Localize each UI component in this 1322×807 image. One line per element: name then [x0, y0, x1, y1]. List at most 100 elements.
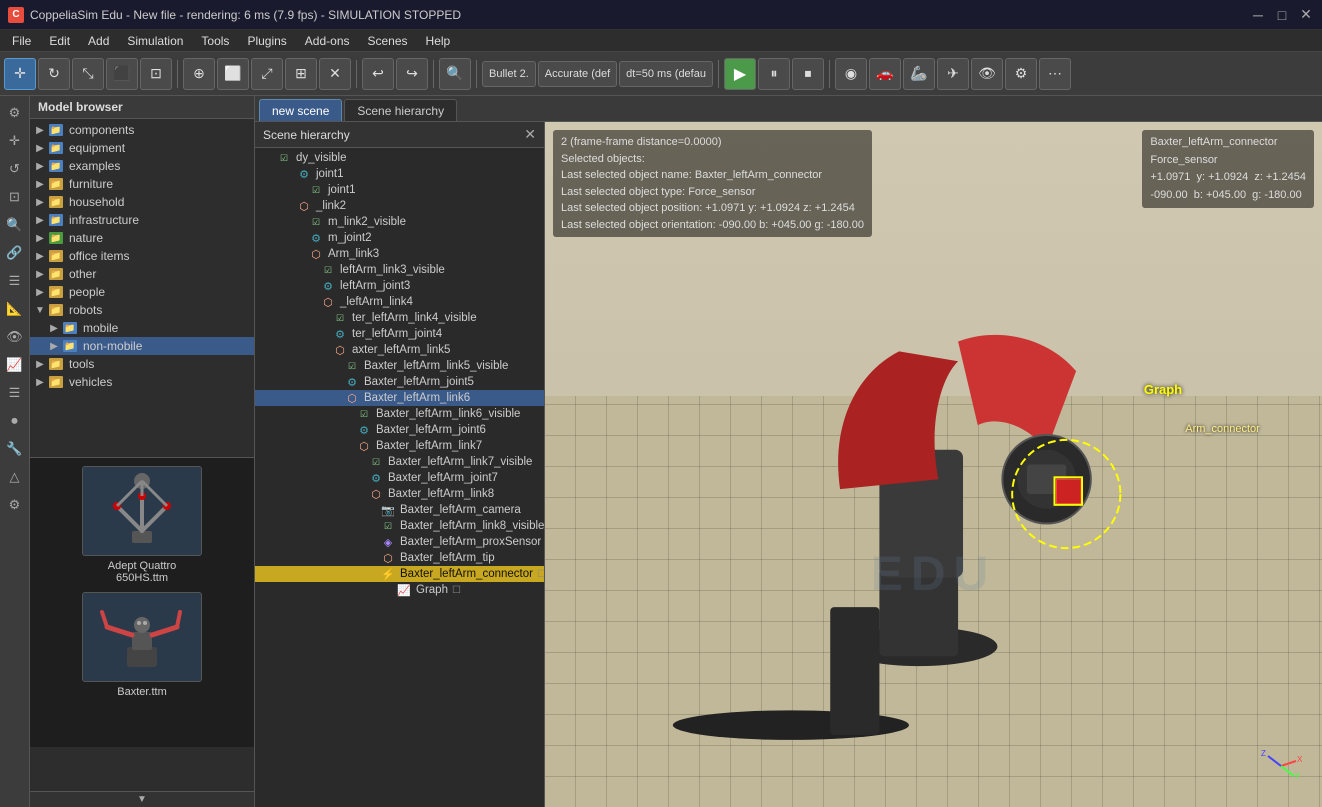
sidebar-search-icon[interactable]: 🔍	[2, 212, 28, 238]
menu-scenes[interactable]: Scenes	[360, 32, 416, 50]
move2-button[interactable]: ⤢	[251, 58, 283, 90]
hierarchy-item[interactable]: ⬡Baxter_leftArm_link8	[255, 486, 544, 502]
sidebar-scale-icon[interactable]: ⊡	[2, 184, 28, 210]
menu-tools[interactable]: Tools	[193, 32, 237, 50]
hierarchy-item[interactable]: ☑Baxter_leftArm_link5_visible	[255, 358, 544, 374]
play-button[interactable]: ▶	[724, 58, 756, 90]
hierarchy-item[interactable]: 📷Baxter_leftArm_camera	[255, 502, 544, 518]
hierarchy-item[interactable]: ⚙Baxter_leftArm_joint7	[255, 470, 544, 486]
sidebar-rotate-icon[interactable]: ↺	[2, 156, 28, 182]
rotate-button[interactable]: ↻	[38, 58, 70, 90]
select-button[interactable]: ⬜	[217, 58, 249, 90]
hierarchy-item[interactable]: ⬡Baxter_leftArm_link7	[255, 438, 544, 454]
tree-item-office-items[interactable]: ▶📁office items	[30, 247, 254, 265]
sidebar-move-icon[interactable]: ✛	[2, 128, 28, 154]
tree-item-robots[interactable]: ▼📁robots	[30, 301, 254, 319]
sidebar-graph2-icon[interactable]: 📈	[2, 352, 28, 378]
hierarchy-item[interactable]: ⚙m_joint2	[255, 230, 544, 246]
tree-item-household[interactable]: ▶📁household	[30, 193, 254, 211]
tree-item-people[interactable]: ▶📁people	[30, 283, 254, 301]
sidebar-view-icon[interactable]: 👁	[2, 324, 28, 350]
tree-expand-icon[interactable]: ▶	[34, 160, 46, 172]
redo-button[interactable]: ↪	[396, 58, 428, 90]
car-button[interactable]: 🚗	[869, 58, 901, 90]
sidebar-snap-icon[interactable]: 🔗	[2, 240, 28, 266]
close-button[interactable]: ✕	[1298, 7, 1314, 23]
tree-item-equipment[interactable]: ▶📁equipment	[30, 139, 254, 157]
hierarchy-item[interactable]: ⚙Baxter_leftArm_joint6	[255, 422, 544, 438]
hierarchy-item[interactable]: ⬡Baxter_leftArm_link6	[255, 390, 544, 406]
sidebar-layers-icon[interactable]: ☰	[2, 268, 28, 294]
sidebar-list-icon[interactable]: ☰	[2, 380, 28, 406]
hierarchy-item[interactable]: ⬡Baxter_leftArm_tip	[255, 550, 544, 566]
arm-button[interactable]: 🦾	[903, 58, 935, 90]
tree-expand-icon[interactable]: ▶	[48, 340, 60, 352]
tree-item-nature[interactable]: ▶📁nature	[30, 229, 254, 247]
hierarchy-item[interactable]: ⬡_leftArm_link4	[255, 294, 544, 310]
tree-item-other[interactable]: ▶📁other	[30, 265, 254, 283]
tree-expand-icon[interactable]: ▶	[34, 142, 46, 154]
drone-button[interactable]: ✈	[937, 58, 969, 90]
tree-expand-icon[interactable]: ▶	[48, 322, 60, 334]
tree-item-mobile[interactable]: ▶📁mobile	[30, 319, 254, 337]
sidebar-wrench-icon[interactable]: 🔧	[2, 436, 28, 462]
delete-button[interactable]: ✕	[319, 58, 351, 90]
scene-hierarchy-close[interactable]: ✕	[524, 126, 536, 143]
tree-expand-icon[interactable]: ▶	[34, 268, 46, 280]
tree-expand-icon[interactable]: ▼	[34, 304, 46, 316]
hierarchy-item[interactable]: ⚡Baxter_leftArm_connector☐	[255, 566, 544, 582]
tree-item-vehicles[interactable]: ▶📁vehicles	[30, 373, 254, 391]
tree-item-furniture[interactable]: ▶📁furniture	[30, 175, 254, 193]
menu-edit[interactable]: Edit	[41, 32, 78, 50]
hierarchy-item[interactable]: ☑dy_visible	[255, 150, 544, 166]
scale-button[interactable]: ⤡	[72, 58, 104, 90]
undo-button[interactable]: ↩	[362, 58, 394, 90]
3d-viewport[interactable]: 2 (frame-frame distance=0.0000) Selected…	[545, 122, 1322, 807]
hierarchy-item[interactable]: ⬡Arm_link3	[255, 246, 544, 262]
duplicate-button[interactable]: ⊞	[285, 58, 317, 90]
hierarchy-item[interactable]: ⚙Baxter_leftArm_joint5	[255, 374, 544, 390]
pause-button[interactable]: ⏸	[758, 58, 790, 90]
sidebar-triangle-icon[interactable]: △	[2, 464, 28, 490]
tree-item-infrastructure[interactable]: ▶📁infrastructure	[30, 211, 254, 229]
tree-expand-icon[interactable]: ▶	[34, 232, 46, 244]
tree-expand-icon[interactable]: ▶	[34, 376, 46, 388]
accuracy-dropdown[interactable]: Accurate (def	[538, 61, 617, 87]
menu-plugins[interactable]: Plugins	[239, 32, 294, 50]
tab-scene-hierarchy[interactable]: Scene hierarchy	[344, 99, 457, 121]
tree-expand-icon[interactable]: ▶	[34, 214, 46, 226]
window-controls[interactable]: ─ □ ✕	[1250, 7, 1314, 23]
maximize-button[interactable]: □	[1274, 7, 1290, 23]
tree-expand-icon[interactable]: ▶	[34, 358, 46, 370]
preview-item-adept[interactable]: Adept Quattro650HS.ttm	[82, 466, 202, 584]
preview-item-baxter[interactable]: Baxter.ttm	[82, 592, 202, 698]
camera-button[interactable]: ⬛	[106, 58, 138, 90]
hierarchy-item[interactable]: ⚙ter_leftArm_joint4	[255, 326, 544, 342]
timestep-dropdown[interactable]: dt=50 ms (defau	[619, 61, 713, 87]
fit-button[interactable]: ⊡	[140, 58, 172, 90]
sidebar-physics-icon[interactable]: ⚙	[2, 492, 28, 518]
tree-item-tools[interactable]: ▶📁tools	[30, 355, 254, 373]
hierarchy-item[interactable]: ☑Baxter_leftArm_link8_visible	[255, 518, 544, 534]
tree-expand-icon[interactable]: ▶	[34, 286, 46, 298]
menu-help[interactable]: Help	[418, 32, 459, 50]
search-button[interactable]: 🔍	[439, 58, 471, 90]
minimize-button[interactable]: ─	[1250, 7, 1266, 23]
tree-expand-icon[interactable]: ▶	[34, 250, 46, 262]
menu-simulation[interactable]: Simulation	[119, 32, 191, 50]
hierarchy-item[interactable]: 📈Graph☐	[255, 582, 544, 598]
menu-add[interactable]: Add	[80, 32, 117, 50]
hierarchy-tree[interactable]: ☑dy_visible⚙joint1☑joint1⬡_link2☑m_link2…	[255, 148, 544, 807]
sidebar-settings-icon[interactable]: ⚙	[2, 100, 28, 126]
hierarchy-item[interactable]: ⬡_link2	[255, 198, 544, 214]
hierarchy-item[interactable]: ⚙joint1	[255, 166, 544, 182]
eye-button[interactable]: 👁	[971, 58, 1003, 90]
more-button[interactable]: ⋯	[1039, 58, 1071, 90]
view360-button[interactable]: ◉	[835, 58, 867, 90]
hierarchy-item[interactable]: ☑leftArm_link3_visible	[255, 262, 544, 278]
settings-button[interactable]: ⚙	[1005, 58, 1037, 90]
pointer-button[interactable]: ⊕	[183, 58, 215, 90]
tree-item-components[interactable]: ▶📁components	[30, 121, 254, 139]
hierarchy-item[interactable]: ☑m_link2_visible	[255, 214, 544, 230]
menu-file[interactable]: File	[4, 32, 39, 50]
